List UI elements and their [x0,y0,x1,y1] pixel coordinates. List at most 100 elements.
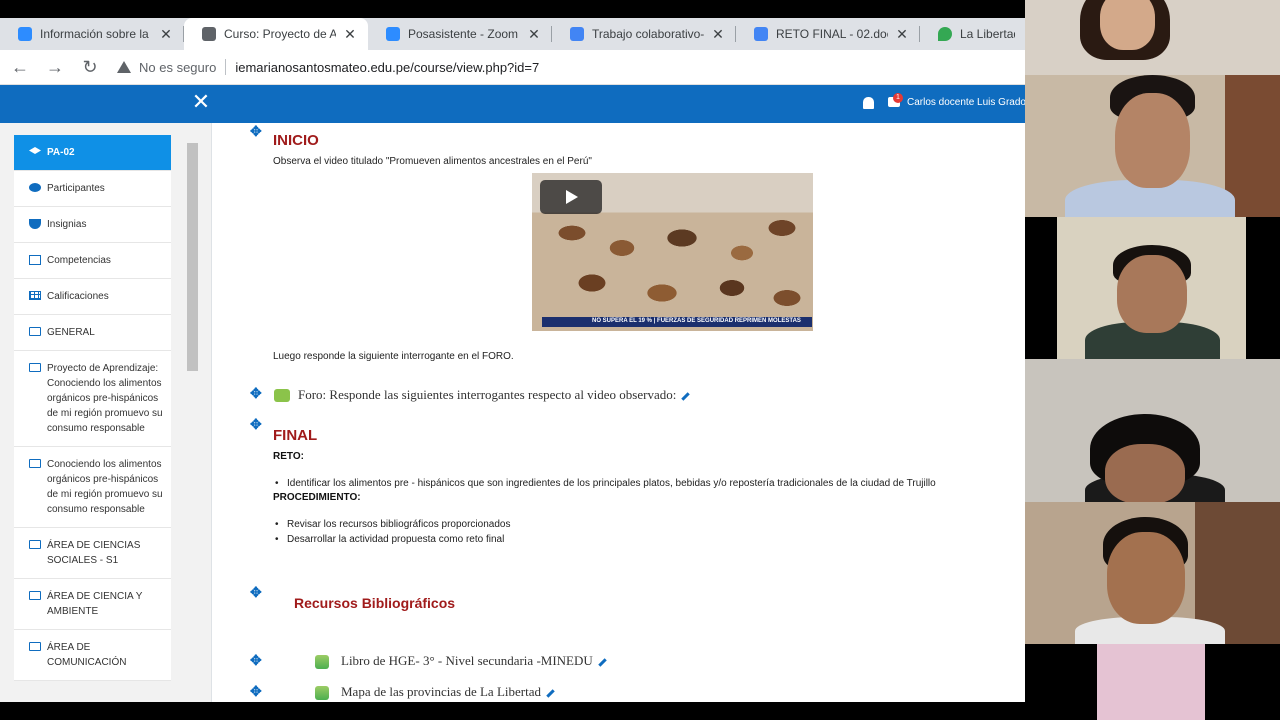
users-icon [29,183,41,192]
drawer-item-general[interactable]: GENERAL [14,315,171,351]
bell-icon[interactable] [863,97,874,109]
drawer-item-proyecto[interactable]: Proyecto de Aprendizaje: Conociendo los … [14,351,171,447]
forum-icon [274,389,290,402]
edit-pencil-icon[interactable] [598,657,607,667]
close-icon[interactable]: ✕ [342,26,358,43]
address-bar[interactable]: No es seguro iemarianosantosmateo.edu.pe… [117,53,539,81]
reto-label: RETO: [273,451,304,462]
drawer-item-insignias[interactable]: Insignias [14,207,171,243]
tab-title: Posasistente - Zoom [408,27,519,41]
procedimiento-label: PROCEDIMIENTO: [273,492,361,503]
forum-link[interactable]: Foro: Responde las siguientes interrogan… [298,387,691,403]
video-player[interactable]: NO SUPERA EL 19 % | FUERZAS DE SEGURIDAD… [532,173,813,331]
participant-face [1107,532,1185,624]
security-label[interactable]: No es seguro [139,60,216,75]
tab-reto-final[interactable]: RETO FINAL - 02.docx - ✕ [736,18,920,50]
tab-title: RETO FINAL - 02.docx - [776,27,888,41]
reto-bullet: Identificar los alimentos pre - hispánic… [275,478,936,489]
map-pin-icon [938,27,952,41]
reload-icon[interactable]: ↻ [75,52,105,82]
site-navbar: ✕ 1 Carlos docente Luis Grado [0,85,1025,123]
video-frame [1097,644,1205,720]
folder-icon [29,591,41,600]
folder-icon [29,327,41,336]
participant-video-4[interactable] [1025,359,1280,502]
tab-la-libertad[interactable]: La Libertad - G [920,18,1025,50]
drawer-item-conociendo[interactable]: Conociendo los alimentos orgánicos pre-h… [14,447,171,528]
close-icon[interactable]: ✕ [526,26,542,43]
course-content: ✥ INICIO Observa el video titulado "Prom… [212,123,1025,702]
drawer-item-participantes[interactable]: Participantes [14,171,171,207]
move-icon[interactable]: ✥ [250,652,262,669]
play-icon[interactable] [540,180,602,214]
folder-icon [29,459,41,468]
user-menu[interactable]: Carlos docente Luis Grado [907,97,1025,108]
drawer-item-label: Insignias [47,219,87,230]
participant-video-2[interactable] [1025,75,1280,217]
participant-video-5[interactable] [1025,502,1280,644]
resource-icon [315,655,329,669]
move-icon[interactable]: ✥ [250,683,262,700]
drawer-item-label: Proyecto de Aprendizaje: Conociendo los … [47,363,163,434]
edit-pencil-icon[interactable] [681,391,691,401]
close-icon[interactable]: ✕ [158,26,174,43]
resource-link[interactable]: Libro de HGE- 3° - Nivel secundaria -MIN… [341,653,607,669]
table-icon [29,291,41,300]
nav-drawer: PA-02 Participantes Insignias Competenci… [0,123,212,702]
move-icon[interactable]: ✥ [250,123,262,140]
back-icon[interactable]: ← [5,52,35,82]
close-icon[interactable]: ✕ [710,26,726,43]
move-icon[interactable]: ✥ [250,584,262,601]
tab-zoom-info[interactable]: Información sobre la reu ✕ [0,18,184,50]
screen: Información sobre la reu ✕ Curso: Proyec… [0,0,1280,720]
tab-posasistente[interactable]: Posasistente - Zoom ✕ [368,18,552,50]
shield-icon [29,219,41,229]
forward-icon[interactable]: → [40,52,70,82]
tab-trabajo[interactable]: Trabajo colaborativo-se ✕ [552,18,736,50]
url-text[interactable]: iemarianosantosmateo.edu.pe/course/view.… [235,60,539,75]
forum-link-text[interactable]: Foro: Responde las siguientes interrogan… [298,387,676,402]
drawer-item-ciencia-ambiente[interactable]: ÁREA DE CIENCIA Y AMBIENTE [14,579,171,630]
participant-video-3[interactable] [1025,217,1280,359]
drawer-item-pa02[interactable]: PA-02 [14,135,171,171]
close-drawer-icon[interactable]: ✕ [190,91,212,113]
drawer-scroll-thumb[interactable] [187,143,198,371]
participant-face [1117,255,1187,333]
checkbox-icon [29,255,41,265]
move-icon[interactable]: ✥ [250,385,262,402]
inicio-instructions: Observa el video titulado "Promueven ali… [273,156,592,167]
video-ticker: NO SUPERA EL 19 % | FUERZAS DE SEGURIDAD… [542,317,812,327]
doc-icon [754,27,768,41]
move-icon[interactable]: ✥ [250,416,262,433]
drawer-item-calificaciones[interactable]: Calificaciones [14,279,171,315]
camera-icon [386,27,400,41]
address-divider [225,59,227,75]
drawer-item-label: ÁREA DE COMUNICACIÓN [47,642,127,668]
drawer-item-competencias[interactable]: Competencias [14,243,171,279]
notification-badge: 1 [893,93,903,103]
section-title-recursos: Recursos Bibliográficos [294,595,456,611]
participant-video-1[interactable] [1025,0,1280,75]
participant-video-6[interactable] [1025,644,1280,720]
resource-link-text[interactable]: Mapa de las provincias de La Libertad [341,684,541,699]
drawer-item-label: Conociendo los alimentos orgánicos pre-h… [47,459,163,515]
procedimiento-bullet: Revisar los recursos bibliográficos prop… [275,519,510,530]
drawer-item-ciencias-sociales[interactable]: ÁREA DE CIENCIAS SOCIALES - S1 [14,528,171,579]
drawer-item-comunicacion[interactable]: ÁREA DE COMUNICACIÓN [14,630,171,681]
tab-strip: Información sobre la reu ✕ Curso: Proyec… [0,18,1025,50]
tab-title: La Libertad - G [960,27,1015,41]
drawer-item-label: ÁREA DE CIENCIA Y AMBIENTE [47,591,143,617]
building-icon [202,27,216,41]
doc-icon [570,27,584,41]
resource-link-text[interactable]: Libro de HGE- 3° - Nivel secundaria -MIN… [341,653,593,668]
camera-icon [18,27,32,41]
edit-pencil-icon[interactable] [546,688,555,698]
resource-link[interactable]: Mapa de las provincias de La Libertad [341,684,555,700]
tab-curso[interactable]: Curso: Proyecto de Apre ✕ [184,18,368,50]
drawer-item-label: Participantes [47,183,105,194]
close-icon[interactable]: ✕ [894,26,910,43]
folder-icon [29,363,41,372]
drawer-item-label: PA-02 [47,147,75,158]
drawer-item-label: GENERAL [47,327,95,338]
participant-face [1100,0,1155,50]
